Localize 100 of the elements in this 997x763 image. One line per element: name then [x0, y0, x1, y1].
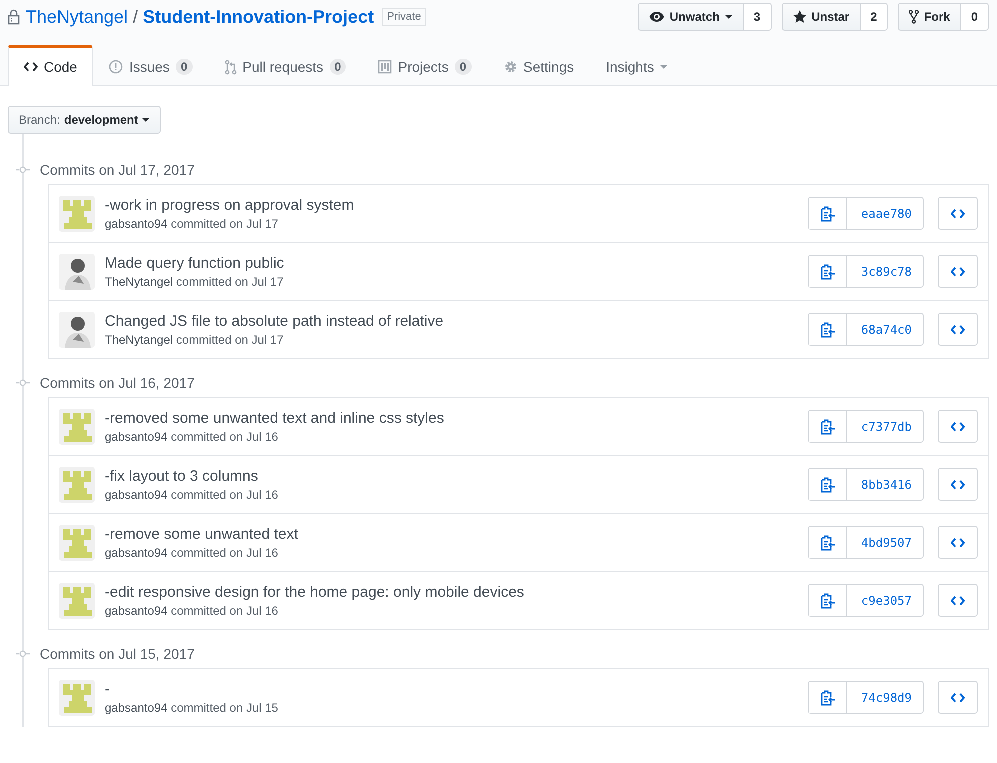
commit-group-heading: Commits on Jul 15, 2017 [40, 646, 195, 662]
code-icon [951, 596, 965, 606]
identicon-avatar [59, 466, 95, 502]
commit-group-heading: Commits on Jul 16, 2017 [40, 375, 195, 391]
clipboard-icon [820, 418, 836, 434]
settings-icon [504, 60, 518, 74]
code-icon [951, 692, 965, 702]
fork-count[interactable]: 0 [961, 3, 989, 31]
star-button[interactable]: Unstar [782, 3, 861, 31]
commit-date: committed on Jul 16 [171, 604, 278, 618]
identicon-avatar [59, 582, 95, 618]
tab[interactable]: Settings [488, 45, 590, 86]
tab-counter: 0 [330, 59, 346, 75]
copy-sha-button[interactable] [809, 469, 848, 500]
code-icon [951, 266, 965, 276]
commit-date: committed on Jul 16 [171, 488, 278, 502]
copy-sha-button[interactable] [809, 256, 848, 287]
caret-icon [142, 118, 150, 122]
fork-button[interactable]: Fork [898, 3, 962, 31]
copy-sha-button[interactable] [809, 682, 848, 713]
commit-date: committed on Jul 16 [171, 546, 278, 560]
commit-node-icon [16, 379, 30, 387]
identicon-avatar [59, 524, 95, 560]
commit-node-icon [16, 166, 30, 174]
author-link[interactable]: TheNytangel [105, 274, 174, 288]
commit-group-heading: Commits on Jul 17, 2017 [40, 162, 195, 178]
commit-message-link[interactable]: -removed some unwanted text and inline css styles [105, 410, 808, 426]
identicon-avatar [59, 408, 95, 444]
author-link[interactable]: gabsanto94 [105, 216, 168, 230]
repo-name-link[interactable]: Student-Innovation-Project [143, 6, 374, 28]
person-avatar [59, 312, 95, 348]
copy-sha-button[interactable] [809, 411, 848, 442]
tab-counter: 0 [176, 59, 193, 75]
commit-date: committed on Jul 17 [176, 274, 284, 288]
browse-files-button[interactable] [938, 313, 978, 346]
clipboard-icon [820, 690, 836, 706]
browse-files-button[interactable] [938, 255, 978, 288]
tab[interactable]: Issues 0 [93, 45, 209, 86]
copy-sha-button[interactable] [809, 198, 848, 229]
clipboard-icon [820, 476, 836, 492]
clipboard-icon [820, 264, 836, 280]
person-avatar [59, 254, 95, 290]
clipboard-icon [820, 322, 836, 338]
code-icon [951, 422, 965, 432]
clipboard-icon [820, 592, 836, 608]
author-link[interactable]: gabsanto94 [105, 430, 168, 444]
tab[interactable]: Pull requests 0 [208, 45, 362, 86]
author-link[interactable]: gabsanto94 [105, 700, 168, 714]
commit-date: committed on Jul 16 [171, 430, 278, 444]
author-link[interactable]: TheNytangel [105, 332, 174, 346]
identicon-avatar [59, 680, 95, 716]
author-link[interactable]: gabsanto94 [105, 604, 168, 618]
copy-sha-button[interactable] [809, 585, 848, 616]
browse-files-button[interactable] [938, 584, 978, 617]
watch-count[interactable]: 3 [744, 3, 772, 31]
tab[interactable]: Projects 0 [362, 45, 488, 86]
code-icon [951, 480, 965, 490]
tab-counter: 0 [454, 59, 472, 75]
identicon-avatar [59, 196, 95, 232]
commit-message-link[interactable]: -fix layout to 3 columns [105, 468, 808, 484]
author-link[interactable]: gabsanto94 [105, 488, 168, 502]
code-icon [951, 208, 965, 218]
tab[interactable]: Code [8, 45, 94, 86]
eye-icon [648, 11, 665, 23]
clipboard-icon [820, 206, 836, 222]
branch-selector[interactable]: Branch: development [8, 106, 162, 134]
lock-icon [8, 9, 20, 25]
code-icon [24, 62, 38, 72]
commit-date: committed on Jul 15 [171, 700, 278, 714]
copy-sha-button[interactable] [809, 527, 848, 558]
tab[interactable]: Insights [590, 45, 684, 86]
author-link[interactable]: gabsanto94 [105, 546, 168, 560]
pull-request-icon [224, 60, 237, 74]
commit-message-link[interactable]: -edit responsive design for the home page: only mobile devices [105, 584, 808, 600]
clipboard-icon [820, 534, 836, 550]
code-icon [951, 538, 965, 548]
watch-button[interactable]: Unwatch [638, 3, 744, 31]
owner-link[interactable]: TheNytangel [26, 6, 128, 28]
issue-icon [109, 60, 124, 74]
commit-message-link[interactable]: Made query function public [105, 254, 808, 272]
star-count[interactable]: 2 [860, 3, 888, 31]
browse-files-button[interactable] [938, 468, 978, 501]
commit-message-link[interactable]: -work in progress on approval system [105, 196, 808, 214]
fork-icon [909, 10, 920, 24]
commit-date: committed on Jul 17 [171, 216, 278, 230]
copy-sha-button[interactable] [809, 314, 848, 345]
project-board-icon [378, 60, 392, 74]
browse-files-button[interactable] [938, 410, 978, 443]
commit-node-icon [16, 650, 30, 658]
star-icon [792, 10, 807, 24]
commit-message-link[interactable]: -remove some unwanted text [105, 526, 808, 542]
path-separator: / [133, 6, 138, 28]
commit-date: committed on Jul 17 [176, 332, 284, 346]
commit-message-link[interactable]: - [105, 680, 808, 698]
commit-message-link[interactable]: Changed JS file to absolute path instead of relative [105, 312, 808, 330]
browse-files-button[interactable] [938, 681, 978, 714]
private-label: Private [382, 8, 426, 26]
code-icon [951, 324, 965, 334]
browse-files-button[interactable] [938, 526, 978, 559]
browse-files-button[interactable] [938, 197, 978, 230]
